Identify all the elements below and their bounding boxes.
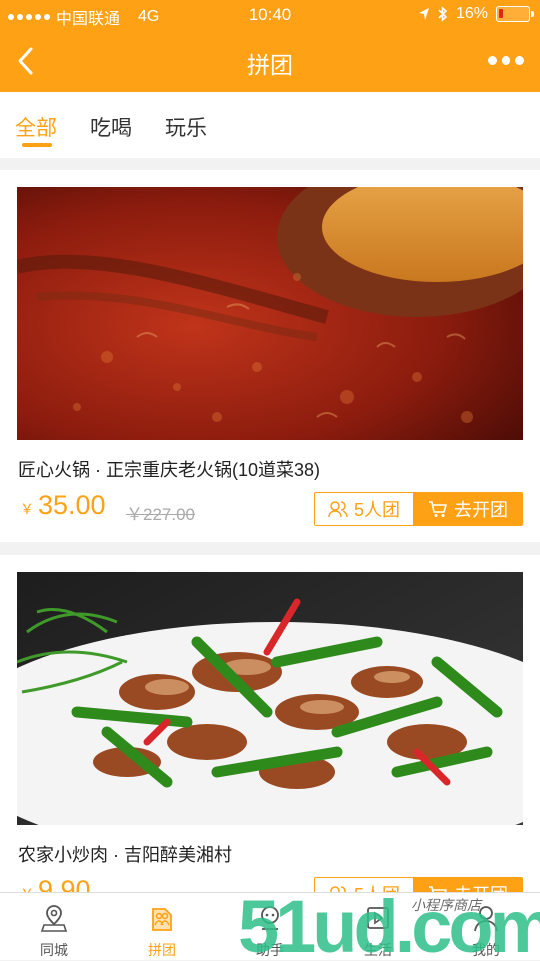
tabbar-item-life[interactable]: 生活 [324,893,432,961]
battery-icon [496,6,534,22]
hotpot-photo[interactable] [17,187,523,440]
tabbar-label: 生活 [364,942,392,958]
assistant-icon [261,906,279,930]
profile-icon [474,906,498,932]
product-card[interactable]: 农家小炒肉 · 吉阳醉美湘村 ￥9.90 ￥30.00 5人团 去开团 [0,555,540,927]
tabbar-label: 同城 [40,942,68,958]
sale-price: ￥ 35.00 [20,490,106,521]
open-group-button[interactable]: 去开团 [413,492,523,526]
product-card[interactable]: 匠心火锅 · 正宗重庆老火锅(10道菜38) ￥ 35.00 ￥227.00 5人… [0,170,540,542]
product-title[interactable]: 匠心火锅 · 正宗重庆老火锅(10道菜38) [18,456,320,482]
open-group-label: 去开团 [454,500,508,520]
tab-food-drink[interactable]: 吃喝 [90,112,132,142]
category-tabs: 全部 吃喝 玩乐 [0,92,540,158]
team-size-label: 5人团 [353,500,400,520]
nav-bar: 拼团 [0,30,540,92]
tabbar-label: 我的 [472,942,500,958]
tabbar-label: 拼团 [148,942,176,958]
team-size-button[interactable]: 5人团 [314,492,414,526]
tab-all[interactable]: 全部 [15,112,57,142]
tabbar-label: 助手 [256,942,284,958]
battery-percent: 16% [455,5,488,22]
active-tab-indicator [22,143,52,147]
tab-fun[interactable]: 玩乐 [165,112,207,142]
location-arrow-icon [418,8,429,20]
currency-symbol: ￥ [20,501,34,517]
bottom-tab-bar: 同城 拼团 助手 生活 我的 [0,892,540,960]
cart-icon [429,501,447,517]
product-title[interactable]: 农家小炒肉 · 吉阳醉美湘村 [18,841,232,867]
life-icon [367,907,389,929]
stir-fried-pork-photo[interactable] [17,572,523,825]
tabbar-item-nearby[interactable]: 同城 [0,893,108,961]
tabbar-item-assistant[interactable]: 助手 [216,893,324,961]
bluetooth-icon [438,6,448,22]
group-buy-icon [152,908,172,931]
page-title: 拼团 [247,52,293,78]
tabbar-item-group-buy[interactable]: 拼团 [108,893,216,961]
people-icon [328,501,348,518]
location-icon [40,905,68,932]
original-price: ￥227.00 [126,505,195,524]
price-value: 35.00 [38,490,106,520]
tabbar-item-me[interactable]: 我的 [432,893,540,961]
more-dots-icon[interactable] [488,52,525,68]
status-bar: 中国联通 4G 10:40 16% [0,0,540,30]
